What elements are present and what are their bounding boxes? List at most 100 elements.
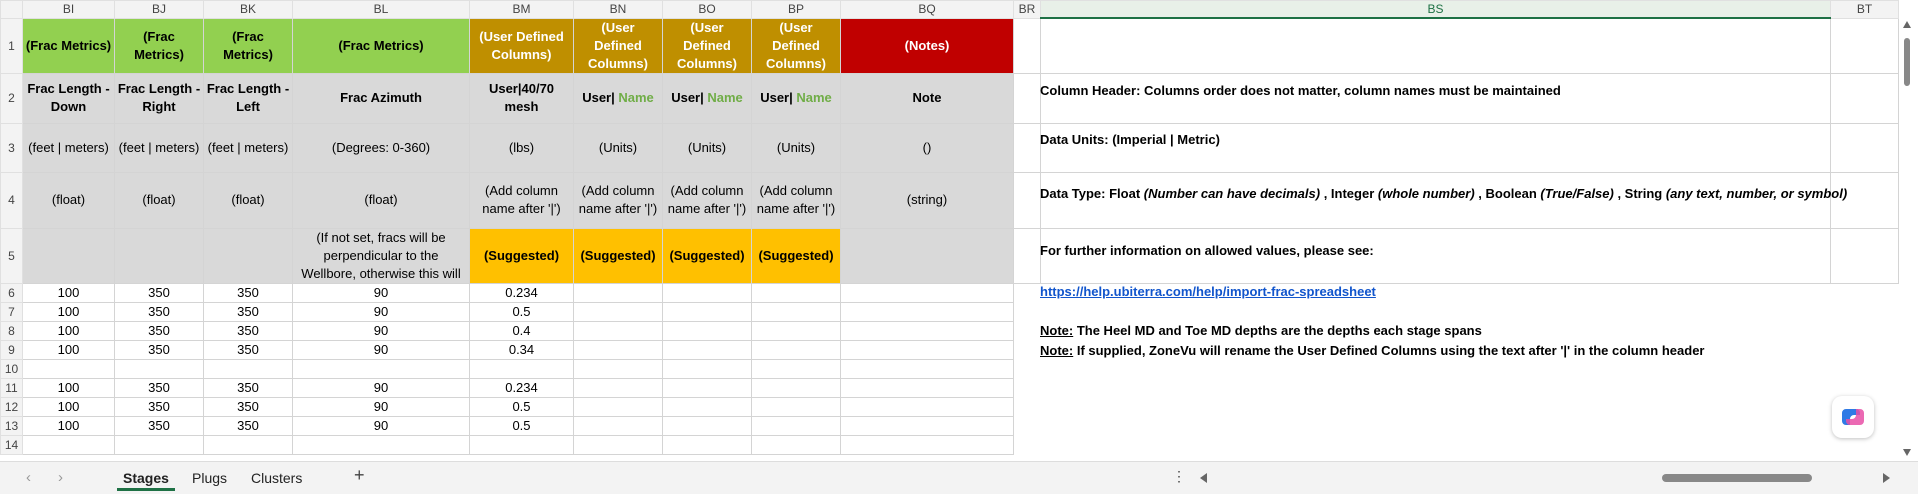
row-number[interactable]: 11 (0, 377, 23, 398)
cell[interactable] (1041, 435, 1831, 454)
cell[interactable]: 90 (292, 301, 470, 322)
cell[interactable] (1013, 122, 1041, 173)
horizontal-scrollbar[interactable] (1200, 472, 1890, 484)
cell[interactable] (840, 415, 1014, 436)
more-options-icon[interactable]: ⋮ (1172, 468, 1186, 485)
cell[interactable] (1013, 227, 1041, 284)
cell[interactable] (1041, 416, 1831, 435)
cell[interactable] (840, 358, 1014, 379)
cell[interactable]: (string) (840, 171, 1014, 229)
cell[interactable]: (Suggested) (662, 227, 752, 284)
cell[interactable] (1040, 17, 1831, 74)
row-number[interactable]: 7 (0, 301, 23, 322)
cell[interactable] (840, 377, 1014, 398)
cell[interactable] (22, 434, 115, 455)
vertical-scrollbar[interactable] (1900, 16, 1914, 461)
cell[interactable] (114, 434, 204, 455)
cell[interactable]: (feet | meters) (203, 122, 293, 173)
col-header[interactable]: BL (292, 0, 470, 19)
cell[interactable] (1830, 72, 1899, 124)
cell[interactable]: (feet | meters) (114, 122, 204, 173)
row-number[interactable]: 6 (0, 282, 23, 303)
cell[interactable]: 350 (114, 339, 204, 360)
cell[interactable]: 0.4 (469, 320, 574, 341)
cell[interactable] (1014, 435, 1041, 454)
cell[interactable] (1014, 340, 1041, 359)
cell[interactable]: 350 (203, 396, 293, 417)
cell[interactable] (573, 415, 663, 436)
cell[interactable]: 100 (22, 282, 115, 303)
cell[interactable]: 0.234 (469, 282, 574, 303)
cell[interactable] (662, 358, 752, 379)
cell[interactable] (662, 377, 752, 398)
cell[interactable] (1014, 302, 1041, 321)
cell[interactable]: 350 (114, 320, 204, 341)
cell[interactable]: (Frac Metrics) (203, 17, 293, 74)
cell[interactable] (1831, 340, 1899, 359)
cell[interactable] (1041, 397, 1831, 416)
cell[interactable]: 90 (292, 377, 470, 398)
cell[interactable]: (User Defined Columns) (662, 17, 752, 74)
col-header-selected[interactable]: BS (1040, 0, 1831, 19)
cell[interactable]: 90 (292, 415, 470, 436)
cell[interactable]: () (840, 122, 1014, 173)
cell[interactable] (1041, 359, 1831, 378)
cell[interactable] (1014, 321, 1041, 340)
cell[interactable]: Frac Length - Down (22, 72, 115, 124)
cell[interactable] (662, 396, 752, 417)
cell[interactable]: User| Name (573, 72, 663, 124)
cell[interactable] (1830, 227, 1899, 284)
cell[interactable]: 100 (22, 396, 115, 417)
cell[interactable] (751, 434, 841, 455)
cell[interactable] (469, 434, 574, 455)
cell[interactable] (662, 434, 752, 455)
cell[interactable]: 350 (114, 282, 204, 303)
cell[interactable] (751, 396, 841, 417)
cell[interactable]: (Units) (751, 122, 841, 173)
cell[interactable] (1831, 283, 1899, 302)
col-header[interactable]: BT (1830, 0, 1899, 19)
cell[interactable]: 0.34 (469, 339, 574, 360)
cell[interactable]: (User Defined Columns) (751, 17, 841, 74)
cell[interactable] (573, 358, 663, 379)
row-number[interactable]: 10 (0, 358, 23, 379)
cell[interactable] (751, 358, 841, 379)
cell[interactable] (840, 301, 1014, 322)
cell[interactable] (203, 227, 293, 284)
cell[interactable]: 350 (203, 282, 293, 303)
cell[interactable]: (float) (292, 171, 470, 229)
cell[interactable]: (float) (203, 171, 293, 229)
cell[interactable]: 350 (203, 301, 293, 322)
col-header[interactable]: BJ (114, 0, 204, 19)
cell[interactable] (1014, 283, 1041, 302)
cell[interactable] (751, 377, 841, 398)
cell[interactable]: (Frac Metrics) (292, 17, 470, 74)
row-number[interactable]: 1 (0, 17, 23, 74)
help-link[interactable]: https://help.ubiterra.com/help/import-fr… (1040, 284, 1376, 299)
cell[interactable]: (float) (114, 171, 204, 229)
cell[interactable]: 350 (114, 396, 204, 417)
cell[interactable] (1014, 416, 1041, 435)
cell[interactable]: (Frac Metrics) (22, 17, 115, 74)
col-header[interactable]: BN (573, 0, 663, 19)
cell[interactable]: (Units) (573, 122, 663, 173)
cell[interactable]: 350 (203, 339, 293, 360)
tab-stages[interactable]: Stages (117, 468, 175, 491)
cell[interactable] (1014, 378, 1041, 397)
col-header[interactable]: BO (662, 0, 752, 19)
cell[interactable] (1040, 122, 1831, 173)
cell[interactable]: 100 (22, 320, 115, 341)
prev-sheet-icon[interactable]: ‹ (26, 469, 31, 486)
cell[interactable] (1830, 17, 1899, 74)
cell[interactable] (662, 415, 752, 436)
cell[interactable] (751, 301, 841, 322)
row-number[interactable]: 4 (0, 171, 23, 229)
tab-plugs[interactable]: Plugs (186, 468, 233, 488)
cell[interactable]: (Add column name after '|') (573, 171, 663, 229)
cell[interactable]: 0.5 (469, 415, 574, 436)
cell[interactable]: (float) (22, 171, 115, 229)
cell[interactable] (573, 377, 663, 398)
col-header[interactable]: BP (751, 0, 841, 19)
cell[interactable] (1014, 397, 1041, 416)
cell[interactable]: 90 (292, 396, 470, 417)
